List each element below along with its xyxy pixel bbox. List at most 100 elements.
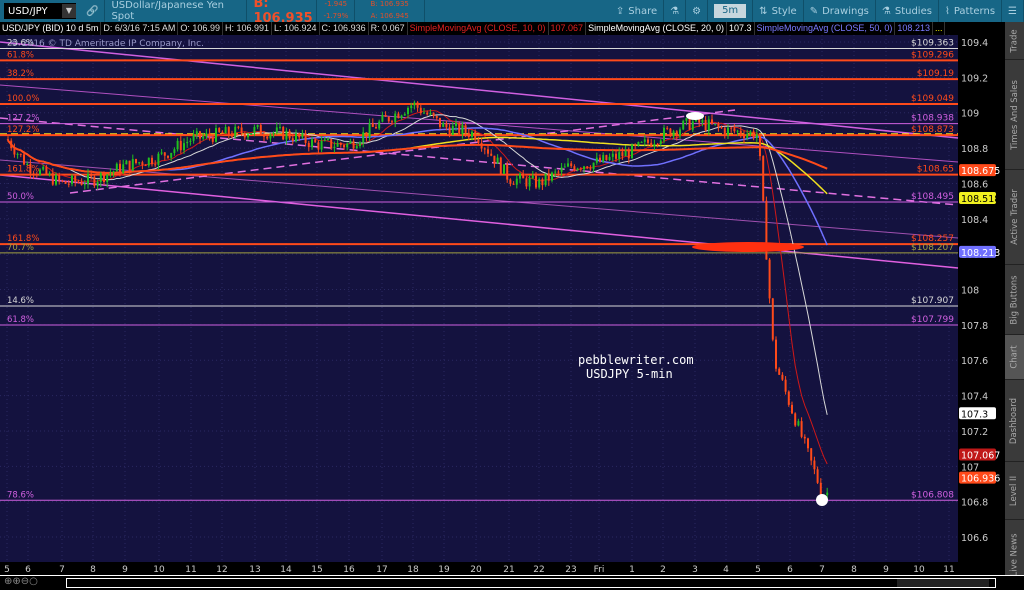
candle-body [279, 126, 281, 128]
price-tick-label: 109 [961, 109, 979, 120]
candle-body [595, 157, 598, 163]
candle-body [333, 146, 336, 149]
chevron-down-icon[interactable]: ▼ [62, 4, 76, 18]
candle-body [7, 139, 9, 141]
candle-body [352, 141, 355, 149]
candle-body [55, 174, 57, 185]
studies-button[interactable]: ⚗ Studies [876, 0, 939, 22]
style-button[interactable]: ⇅ Style [753, 0, 804, 22]
price-tick-label: 108.4 [961, 215, 988, 226]
sma50-label[interactable]: SimpleMovingAvg (CLOSE, 50, 0) [755, 22, 896, 35]
candle-body [634, 144, 637, 146]
candle-body [119, 163, 121, 173]
price-tick-label: 107.4 [961, 392, 988, 403]
candle-body [19, 153, 22, 155]
price-chart[interactable]: 23.6% $109.36361.8% $109.29638.2% $109.1910… [0, 35, 1005, 575]
candle-body [192, 134, 195, 141]
candle-body [733, 128, 736, 132]
time-tick-label: 6 [787, 565, 793, 575]
candle-body [704, 119, 707, 131]
link-icon[interactable]: 🔗 [80, 0, 106, 22]
side-tab-times-and-sales[interactable]: Times And Sales [1005, 60, 1024, 170]
candle-body [739, 130, 742, 135]
drawings-label: Drawings [822, 5, 869, 17]
candle-body [797, 421, 800, 426]
candle-body [679, 129, 681, 136]
candle-body [455, 122, 457, 126]
candle-body [221, 131, 224, 134]
candle-body [269, 134, 272, 139]
price-marker-label: 108.213 [961, 248, 1000, 259]
candle-body [509, 179, 512, 184]
side-tab-chart[interactable]: Chart [1005, 335, 1024, 380]
candle-body [605, 155, 608, 161]
side-tab-active-trader[interactable]: Active Trader [1005, 170, 1024, 265]
time-tick-label: 5 [755, 565, 761, 575]
time-tick-label: 9 [883, 565, 889, 575]
share-button[interactable]: ⇪ Share [610, 0, 665, 22]
candle-body [87, 173, 89, 185]
more-studies[interactable]: ... [933, 22, 946, 35]
candle-body [298, 133, 301, 138]
candle-body [167, 155, 169, 158]
candle-body [128, 160, 131, 171]
fib-level-pct: 50.0% [7, 192, 34, 202]
price-tick-label: 108.6 [961, 179, 988, 190]
menu-button[interactable]: ☰ [1002, 0, 1024, 22]
timeframe-button[interactable]: 5m [708, 0, 754, 22]
zoom-icons[interactable]: ⊕⊕⊖○ [4, 576, 38, 587]
candle-body [13, 148, 16, 155]
candle-body [39, 169, 41, 175]
side-tab-level-ii[interactable]: Level II [1005, 462, 1024, 520]
patterns-button[interactable]: ⌇ Patterns [939, 0, 1003, 22]
candle-body [778, 368, 781, 375]
pencil-icon: ✎ [809, 5, 819, 17]
candle-body [138, 162, 141, 164]
settings-button[interactable]: ⚙ [686, 0, 709, 22]
time-tick-label: 22 [533, 565, 544, 575]
sma10-label[interactable]: SimpleMovingAvg (CLOSE, 10, 0) [408, 22, 549, 35]
side-tab-label: Chart [1009, 345, 1020, 369]
time-tick-label: 1 [629, 565, 635, 575]
candle-body [189, 140, 192, 142]
candle-body [243, 133, 246, 138]
candle-body [496, 157, 499, 164]
candle-body [173, 149, 176, 153]
horizontal-scrollbar[interactable] [66, 578, 996, 588]
candle-body [157, 153, 160, 165]
symbol-selector[interactable]: USD/JPY ▼ [4, 3, 76, 19]
chart-info-bar: USD/JPY (BID) 10 d 5m D: 6/3/16 7:15 AM … [0, 22, 1005, 35]
side-tab-big-buttons[interactable]: Big Buttons [1005, 265, 1024, 335]
sma50-value: 108.213 [895, 22, 933, 35]
low: L: 106.924 [272, 22, 320, 35]
side-tab-dashboard[interactable]: Dashboard [1005, 380, 1024, 462]
side-tab-trade[interactable]: Trade [1005, 22, 1024, 60]
time-tick-label: 10 [913, 565, 925, 575]
candle-body [256, 125, 259, 128]
ask-small: A: 106.945 [370, 12, 409, 20]
flask-button[interactable]: ⚗ [664, 0, 687, 22]
candle-body [391, 121, 393, 123]
scroll-thumb[interactable] [897, 579, 989, 587]
side-tab-label: Big Buttons [1009, 274, 1020, 325]
candle-body [112, 171, 115, 173]
share-label: Share [628, 5, 658, 17]
candle-body [749, 131, 752, 135]
candle-body [176, 140, 179, 150]
side-tab-label: Trade [1009, 28, 1020, 53]
price-marker-label: 106.936 [961, 474, 1000, 485]
candle-body [23, 154, 25, 165]
fib-level-pct: 38.2% [7, 69, 34, 79]
candle-body [32, 173, 35, 175]
candle-body [77, 181, 80, 183]
candle-body [109, 172, 112, 175]
candle-body [429, 112, 432, 115]
fib-level-pct: 61.8% [7, 315, 34, 325]
sma20-label[interactable]: SimpleMovingAvg (CLOSE, 20, 0) [586, 22, 727, 35]
candle-body [493, 155, 496, 164]
drawings-button[interactable]: ✎ Drawings [804, 0, 876, 22]
candle-body [327, 139, 329, 141]
studies-label: Studies [894, 5, 932, 17]
candle-body [592, 162, 595, 170]
candle-body [659, 140, 662, 145]
